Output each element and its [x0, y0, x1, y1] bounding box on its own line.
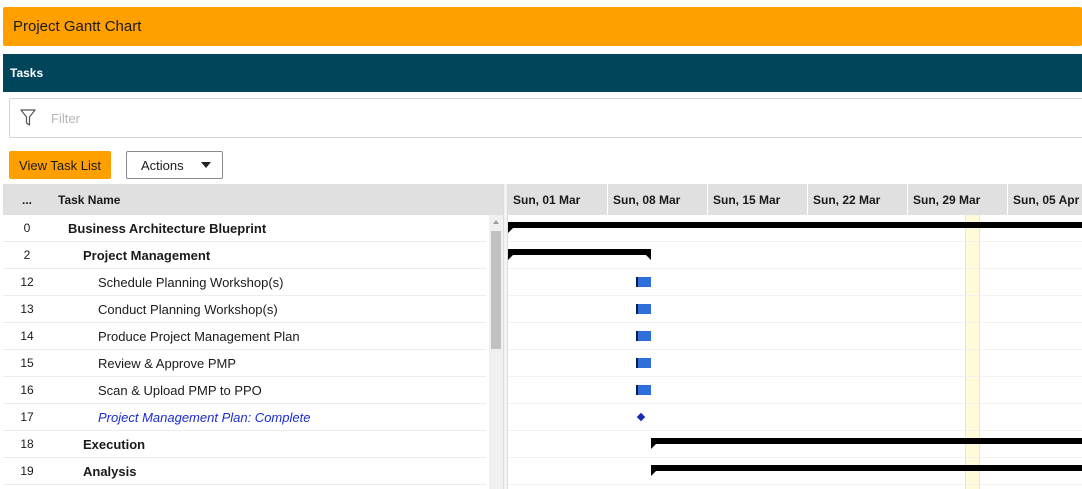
task-bar[interactable] [636, 277, 651, 287]
gantt-row [508, 350, 1082, 377]
grid-rows: 0 Business Architecture Blueprint 2 Project… [3, 215, 503, 485]
task-bar[interactable] [636, 331, 651, 341]
gantt-chart: Sun, 01 Mar Sun, 08 Mar Sun, 15 Mar Sun, 22… [508, 184, 1082, 489]
week-header: Sun, 15 Mar [708, 184, 808, 215]
column-header-task-name[interactable]: Task Name [51, 193, 120, 207]
task-row-number: 2 [23, 248, 31, 262]
gantt-row [508, 377, 1082, 404]
task-row-name: Scan & Upload PMP to PPO [98, 382, 262, 398]
task-row-name: Execution [83, 436, 146, 452]
timeline-header: Sun, 01 Mar Sun, 08 Mar Sun, 15 Mar Sun, 22… [508, 184, 1082, 215]
column-header-number[interactable]: ... [3, 193, 51, 207]
week-header: Sun, 22 Mar [808, 184, 908, 215]
gantt-row [508, 458, 1082, 485]
task-row[interactable]: 13 Conduct Planning Workshop(s) [3, 296, 486, 323]
task-row-number: 13 [20, 302, 34, 316]
view-task-list-button[interactable]: View Task List [9, 151, 111, 179]
task-row[interactable]: 19 Analysis [3, 458, 486, 485]
scroll-thumb[interactable] [491, 231, 501, 349]
gantt-row [508, 296, 1082, 323]
filter-bar [9, 98, 1082, 138]
task-row-name: Schedule Planning Workshop(s) [98, 274, 284, 290]
week-header: Sun, 08 Mar [608, 184, 708, 215]
task-row[interactable]: 12 Schedule Planning Workshop(s) [3, 269, 486, 296]
task-row[interactable]: 16 Scan & Upload PMP to PPO [3, 377, 486, 404]
task-bar[interactable] [636, 385, 651, 395]
actions-label: Actions [141, 157, 184, 173]
gantt-row [508, 323, 1082, 350]
task-bar[interactable] [636, 358, 651, 368]
task-row-number: 14 [20, 329, 34, 343]
task-row-number: 15 [20, 356, 34, 370]
task-grid: ... Task Name 0 Business Architecture Blu… [3, 184, 503, 489]
gantt-row [508, 404, 1082, 431]
filter-input[interactable] [49, 109, 949, 127]
task-row-number: 16 [20, 383, 34, 397]
task-bar[interactable] [636, 304, 651, 314]
task-row[interactable]: 0 Business Architecture Blueprint [3, 215, 486, 242]
task-row-number: 0 [23, 221, 31, 235]
week-header: Sun, 01 Mar [508, 184, 608, 215]
milestone-diamond[interactable] [636, 412, 646, 422]
tasks-panel-header: Tasks [3, 54, 1082, 92]
task-row-number: 18 [20, 437, 34, 451]
task-row[interactable]: 2 Project Management [3, 242, 486, 269]
app-title-bar: Project Gantt Chart [3, 7, 1082, 46]
filter-icon [20, 109, 36, 126]
timeline-body [508, 215, 1082, 489]
task-row-number: 19 [20, 464, 34, 478]
task-row-name: Business Architecture Blueprint [68, 220, 267, 236]
week-header: Sun, 05 Apr [1008, 184, 1082, 215]
grid-scrollbar[interactable] [489, 215, 503, 489]
task-row-name: Project Management Plan: Complete [98, 409, 311, 425]
task-row[interactable]: 18 Execution [3, 431, 486, 458]
task-row-number: 12 [20, 275, 34, 289]
gantt-row [508, 215, 1082, 242]
task-row-name: Review & Approve PMP [98, 355, 237, 371]
task-row[interactable]: 14 Produce Project Management Plan [3, 323, 486, 350]
chevron-down-icon [200, 162, 211, 168]
task-row[interactable]: 15 Review & Approve PMP [3, 350, 486, 377]
task-row[interactable]: 17 Project Management Plan: Complete [3, 404, 486, 431]
summary-bar[interactable] [508, 222, 1082, 233]
summary-bar[interactable] [508, 249, 651, 260]
grid-header: ... Task Name [3, 184, 503, 215]
scroll-up-icon[interactable] [493, 220, 499, 224]
summary-bar[interactable] [651, 465, 1082, 476]
task-row-number: 17 [20, 410, 34, 424]
week-header: Sun, 29 Mar [908, 184, 1008, 215]
actions-dropdown[interactable]: Actions [126, 151, 223, 179]
summary-bar[interactable] [651, 438, 1082, 449]
task-row-name: Analysis [83, 463, 137, 479]
task-row-name: Conduct Planning Workshop(s) [98, 301, 278, 317]
task-row-name: Produce Project Management Plan [98, 328, 300, 344]
panel-title: Tasks [10, 66, 44, 80]
app-title: Project Gantt Chart [13, 18, 142, 35]
gantt-row [508, 431, 1082, 458]
gantt-row [508, 242, 1082, 269]
task-row-name: Project Management [83, 247, 211, 263]
gantt-row [508, 269, 1082, 296]
